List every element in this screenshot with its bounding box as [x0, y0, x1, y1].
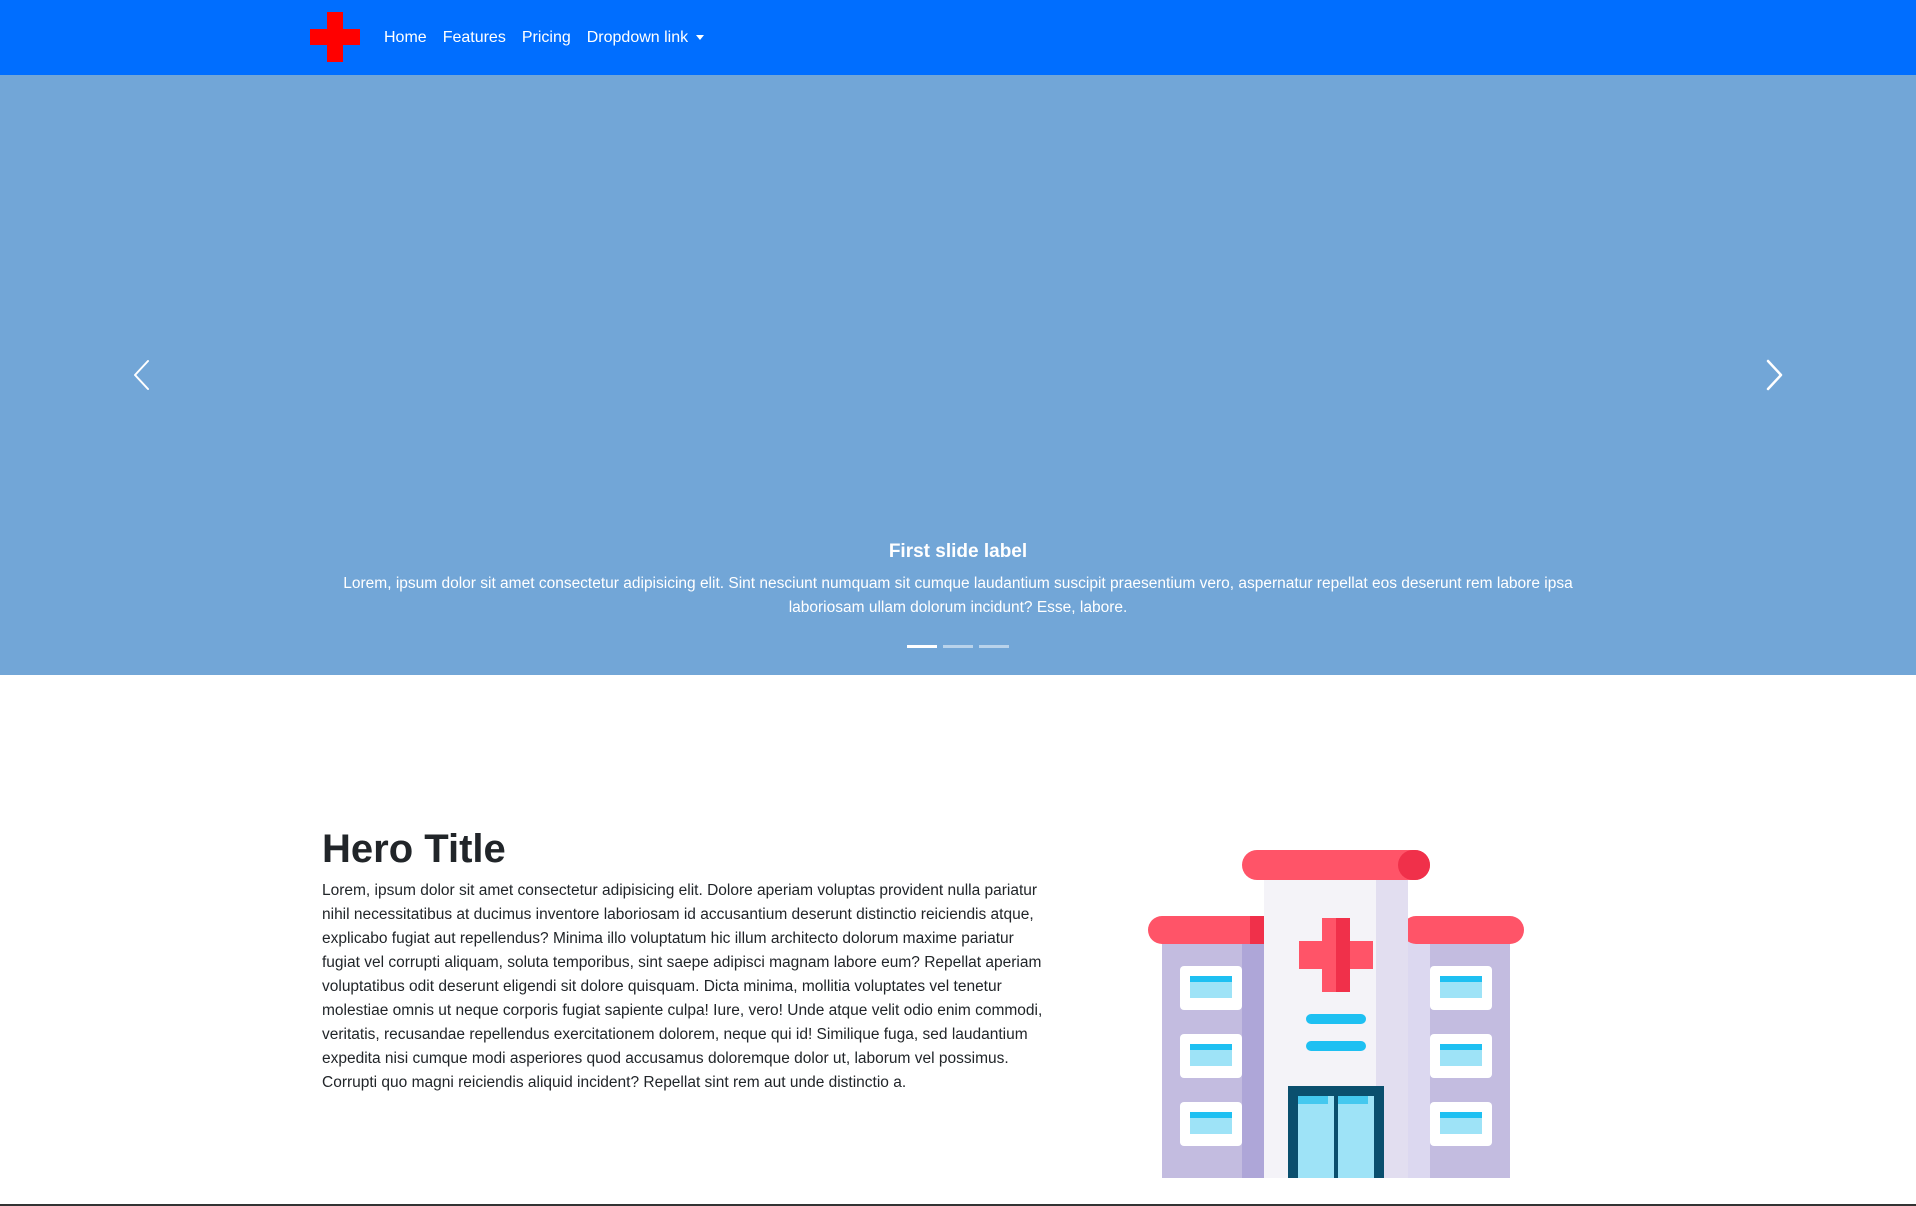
hero-text-block: Hero Title Lorem, ipsum dolor sit amet c…	[322, 825, 1048, 1095]
hero-carousel: First slide label Lorem, ipsum dolor sit…	[0, 75, 1916, 675]
caption-text: Lorem, ipsum dolor sit amet consectetur …	[343, 575, 1573, 616]
brand-logo[interactable]	[310, 12, 360, 62]
nav-links: Home Features Pricing Dropdown link	[376, 0, 712, 75]
nav-pricing-link[interactable]: Pricing	[514, 18, 579, 58]
hero-body: Lorem, ipsum dolor sit amet consectetur …	[322, 882, 1043, 1091]
chevron-left-icon	[134, 360, 149, 390]
nav-features-link[interactable]: Features	[435, 18, 514, 58]
carousel-indicators	[0, 645, 1916, 648]
carousel-indicator-1[interactable]	[907, 645, 937, 648]
carousel-prev-button[interactable]	[82, 75, 202, 675]
nav-dropdown-toggle[interactable]: Dropdown link	[579, 18, 712, 58]
hospital-building-icon	[1148, 850, 1524, 1178]
nav-home-label: Home	[384, 28, 427, 46]
red-cross-icon	[310, 12, 360, 62]
navbar: Home Features Pricing Dropdown link	[0, 0, 1916, 75]
carousel-indicator-3[interactable]	[979, 645, 1009, 648]
nav-dropdown-label: Dropdown link	[586, 28, 689, 46]
carousel-caption: First slide label Lorem, ipsum dolor sit…	[310, 538, 1606, 620]
nav-pricing-label: Pricing	[521, 28, 571, 46]
hospital-illustration	[1146, 846, 1526, 1178]
caption-title: First slide label	[888, 541, 1028, 562]
nav-features-label: Features	[442, 28, 506, 46]
chevron-right-icon	[1766, 359, 1783, 391]
carousel-indicator-2[interactable]	[943, 645, 973, 648]
caret-down-icon	[696, 35, 705, 40]
carousel-next-button[interactable]	[1714, 75, 1834, 675]
hero-title: Hero Title	[322, 827, 506, 871]
nav-home-link[interactable]: Home	[376, 18, 435, 58]
